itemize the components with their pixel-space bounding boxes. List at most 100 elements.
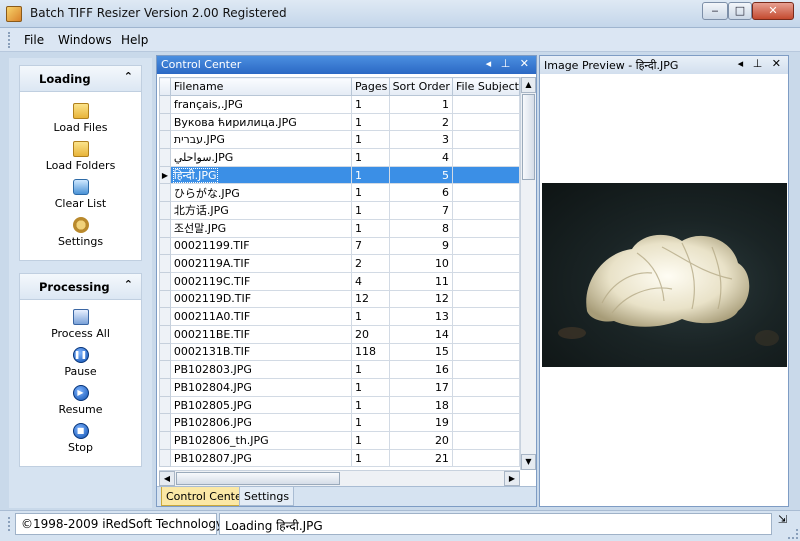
- table-row[interactable]: 0002131B.TIF 118 15: [159, 342, 520, 362]
- table-row[interactable]: PB102807.JPG 1 21: [159, 448, 520, 468]
- cell-sort-order[interactable]: 11: [388, 271, 453, 291]
- cell-file-subject[interactable]: [451, 201, 520, 220]
- menu-windows[interactable]: Windows: [58, 33, 112, 47]
- cell-sort-order[interactable]: 12: [388, 289, 453, 309]
- cell-file-subject[interactable]: [451, 148, 520, 167]
- load-files-button[interactable]: Load Files: [20, 103, 141, 134]
- scroll-up-arrow-icon[interactable]: ▲: [521, 77, 536, 93]
- cell-filename[interactable]: PB102806_th.JPG: [169, 431, 352, 450]
- clear-list-button[interactable]: Clear List: [20, 179, 141, 210]
- cell-pages[interactable]: 1: [350, 448, 390, 468]
- cell-filename[interactable]: 0002119C.TIF: [169, 271, 352, 291]
- cell-pages[interactable]: 1: [350, 395, 390, 415]
- cell-pages[interactable]: 1: [350, 112, 390, 132]
- table-row[interactable]: 北方话.JPG 1 7: [159, 201, 520, 220]
- table-row[interactable]: 000211BE.TIF 20 14: [159, 324, 520, 344]
- cell-sort-order[interactable]: 10: [388, 254, 453, 273]
- table-row[interactable]: Вукова ћирилица.JPG 1 2: [159, 112, 520, 132]
- row-indicator[interactable]: [159, 431, 171, 450]
- scroll-right-arrow-icon[interactable]: ▶: [504, 471, 520, 486]
- horizontal-scroll-thumb[interactable]: [176, 472, 340, 485]
- cell-pages[interactable]: 1: [350, 165, 390, 185]
- column-header-file-subject[interactable]: File Subject: [451, 77, 520, 96]
- panel-pin-close-icons[interactable]: ◂ ⊥ ✕: [486, 57, 532, 70]
- cell-pages[interactable]: 20: [350, 324, 390, 344]
- row-indicator[interactable]: [159, 413, 171, 433]
- cell-sort-order[interactable]: 4: [388, 148, 453, 167]
- cell-file-subject[interactable]: [451, 413, 520, 433]
- table-row[interactable]: PB102803.JPG 1 16: [159, 360, 520, 379]
- cell-sort-order[interactable]: 6: [388, 183, 453, 203]
- cell-file-subject[interactable]: [451, 236, 520, 256]
- vertical-scroll-thumb[interactable]: [522, 94, 535, 180]
- cell-pages[interactable]: 1: [350, 148, 390, 167]
- cell-pages[interactable]: 4: [350, 271, 390, 291]
- scroll-left-arrow-icon[interactable]: ◀: [159, 471, 175, 486]
- cell-pages[interactable]: 118: [350, 342, 390, 362]
- row-indicator[interactable]: [159, 448, 171, 468]
- row-indicator[interactable]: [159, 218, 171, 238]
- pause-button[interactable]: ❚❚ Pause: [20, 347, 141, 378]
- row-indicator[interactable]: [159, 342, 171, 362]
- cell-filename[interactable]: PB102804.JPG: [169, 378, 352, 397]
- row-indicator[interactable]: [159, 289, 171, 309]
- column-header-filename[interactable]: Filename: [169, 77, 352, 96]
- scroll-down-arrow-icon[interactable]: ▼: [521, 454, 536, 470]
- status-expand-icon[interactable]: ⇲: [778, 513, 787, 526]
- row-indicator[interactable]: [159, 201, 171, 220]
- cell-filename[interactable]: עברית.JPG: [169, 130, 352, 150]
- table-row[interactable]: 0002119A.TIF 2 10: [159, 254, 520, 273]
- row-indicator[interactable]: [159, 395, 171, 415]
- cell-pages[interactable]: 1: [350, 431, 390, 450]
- cell-file-subject[interactable]: [451, 360, 520, 379]
- close-button[interactable]: ✕: [752, 2, 794, 20]
- column-header-sort-order[interactable]: Sort Order: [388, 77, 453, 96]
- minimize-button[interactable]: ‒: [702, 2, 728, 20]
- table-row[interactable]: 조선말.JPG 1 8: [159, 218, 520, 238]
- cell-file-subject[interactable]: [451, 378, 520, 397]
- cell-sort-order[interactable]: 20: [388, 431, 453, 450]
- table-row[interactable]: PB102804.JPG 1 17: [159, 378, 520, 397]
- settings-button[interactable]: Settings: [20, 217, 141, 248]
- stop-button[interactable]: ■ Stop: [20, 423, 141, 454]
- cell-filename[interactable]: 000211BE.TIF: [169, 324, 352, 344]
- loading-group-header[interactable]: Loading ⌃: [20, 66, 141, 92]
- cell-file-subject[interactable]: [451, 342, 520, 362]
- cell-pages[interactable]: 1: [350, 360, 390, 379]
- cell-filename[interactable]: 00021199.TIF: [169, 236, 352, 256]
- cell-filename[interactable]: 0002119D.TIF: [169, 289, 352, 309]
- menu-help[interactable]: Help: [121, 33, 148, 47]
- cell-sort-order[interactable]: 17: [388, 378, 453, 397]
- cell-sort-order[interactable]: 13: [388, 307, 453, 326]
- row-indicator[interactable]: [159, 236, 171, 256]
- cell-filename[interactable]: 000211A0.TIF: [169, 307, 352, 326]
- cell-sort-order[interactable]: 8: [388, 218, 453, 238]
- table-row[interactable]: ▶ हिन्दी.JPG 1 5: [159, 165, 520, 185]
- load-folders-button[interactable]: Load Folders: [20, 141, 141, 172]
- row-indicator[interactable]: [159, 307, 171, 326]
- cell-file-subject[interactable]: [451, 130, 520, 150]
- table-row[interactable]: PB102806.JPG 1 19: [159, 413, 520, 433]
- row-indicator[interactable]: [159, 183, 171, 203]
- cell-file-subject[interactable]: [451, 395, 520, 415]
- cell-pages[interactable]: 1: [350, 183, 390, 203]
- cell-file-subject[interactable]: [451, 254, 520, 273]
- resize-grip-icon[interactable]: [788, 529, 798, 539]
- row-indicator[interactable]: [159, 95, 171, 114]
- table-row[interactable]: עברית.JPG 1 3: [159, 130, 520, 150]
- cell-file-subject[interactable]: [451, 324, 520, 344]
- cell-sort-order[interactable]: 3: [388, 130, 453, 150]
- cell-pages[interactable]: 7: [350, 236, 390, 256]
- row-indicator[interactable]: [159, 271, 171, 291]
- cell-filename[interactable]: हिन्दी.JPG: [169, 165, 352, 185]
- panel-pin-close-icons[interactable]: ◂ ⊥ ✕: [738, 57, 784, 70]
- cell-pages[interactable]: 1: [350, 413, 390, 433]
- cell-file-subject[interactable]: [451, 165, 520, 185]
- cell-filename[interactable]: français,.JPG: [169, 95, 352, 114]
- row-indicator[interactable]: [159, 254, 171, 273]
- row-indicator[interactable]: [159, 112, 171, 132]
- cell-file-subject[interactable]: [451, 218, 520, 238]
- cell-sort-order[interactable]: 14: [388, 324, 453, 344]
- cell-sort-order[interactable]: 1: [388, 95, 453, 114]
- cell-file-subject[interactable]: [451, 448, 520, 468]
